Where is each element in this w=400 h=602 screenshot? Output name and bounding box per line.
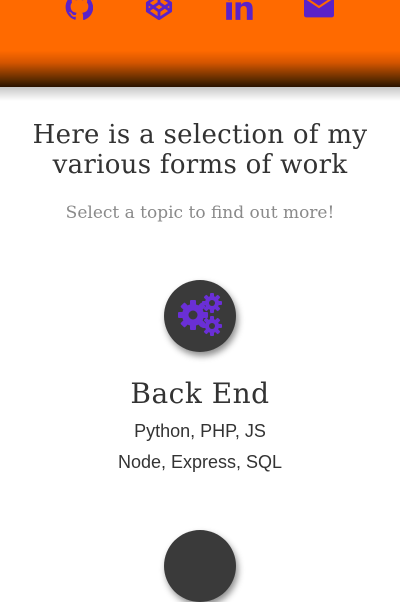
- email-icon: [304, 0, 334, 20]
- linkedin-link[interactable]: [224, 0, 254, 20]
- email-link[interactable]: [304, 0, 334, 20]
- github-link[interactable]: [64, 0, 94, 20]
- top-bar-shadow: [0, 87, 400, 101]
- section-title: Here is a selection of my various forms …: [10, 120, 390, 180]
- back-end-languages: Python, PHP, JS: [0, 420, 400, 442]
- back-end-title: Back End: [0, 377, 400, 411]
- linkedin-icon: [225, 0, 253, 21]
- github-icon: [65, 0, 93, 21]
- codepen-icon: [145, 0, 173, 21]
- codepen-link[interactable]: [144, 0, 174, 20]
- back-end-topic-button[interactable]: [164, 280, 236, 352]
- gears-icon: [176, 291, 224, 342]
- top-bar: [0, 0, 400, 87]
- next-topic-button[interactable]: [164, 530, 236, 602]
- section-subtitle: Select a topic to find out more!: [0, 202, 400, 224]
- back-end-frameworks: Node, Express, SQL: [0, 451, 400, 473]
